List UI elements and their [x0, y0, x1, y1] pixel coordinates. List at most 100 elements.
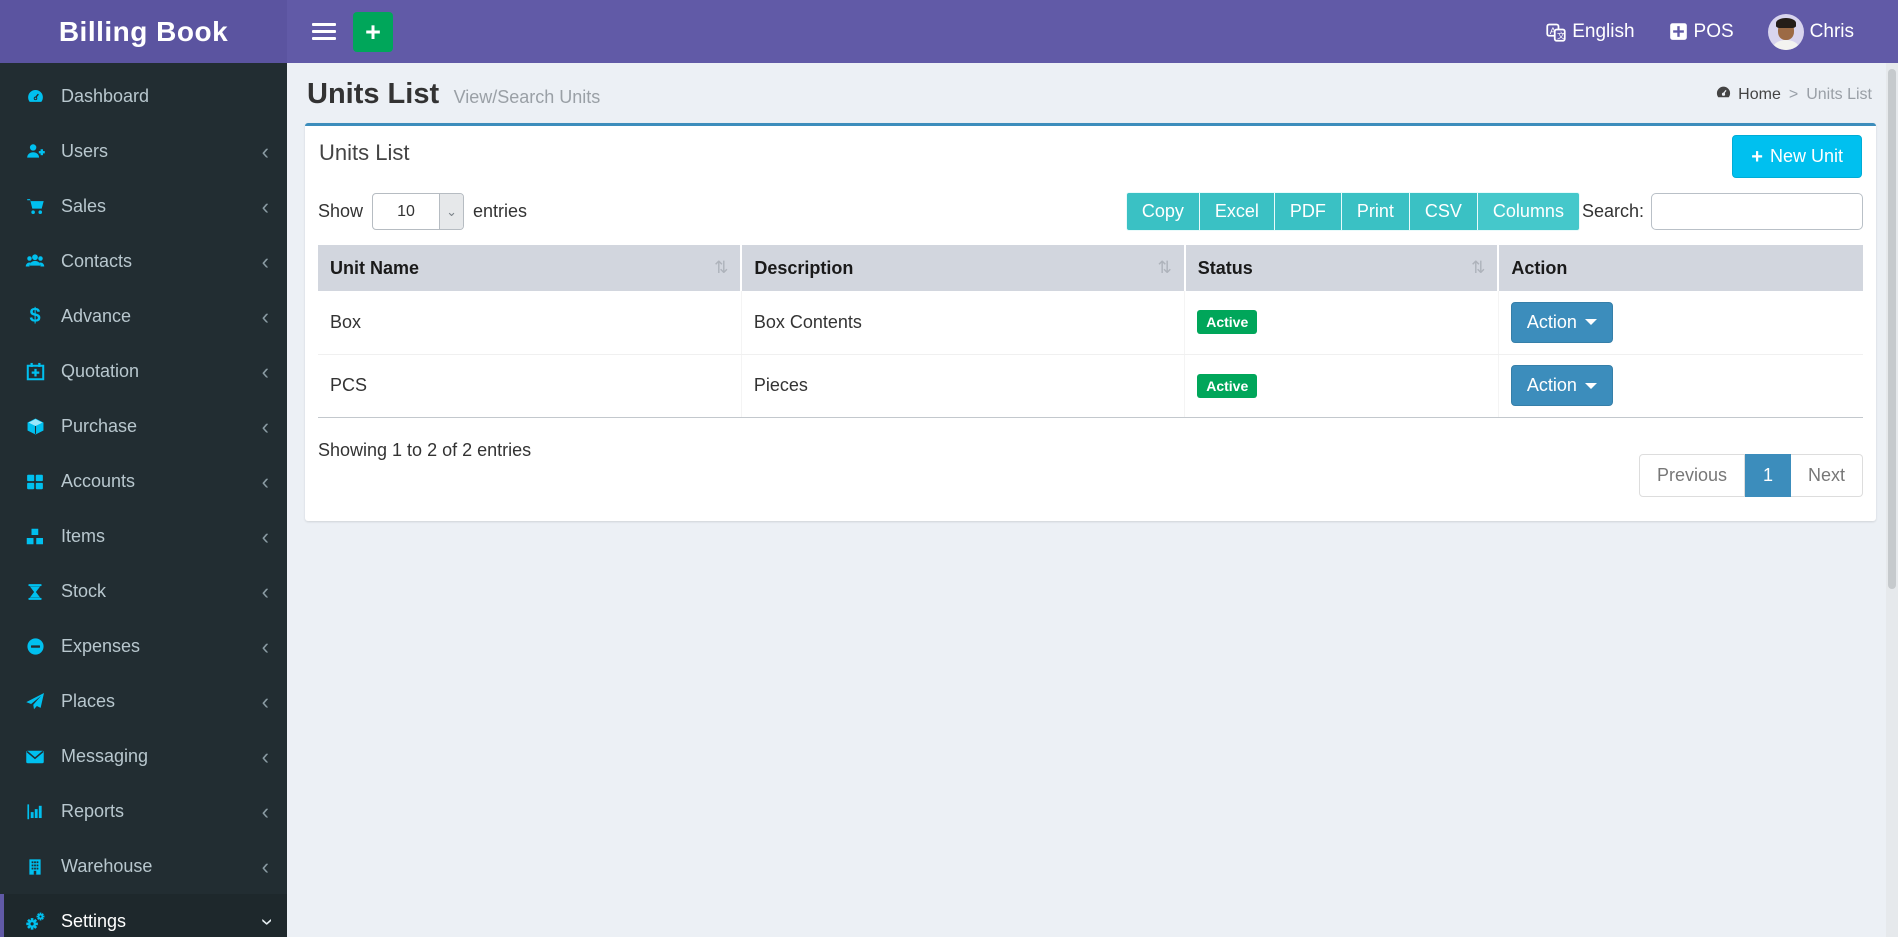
- breadcrumb-separator: >: [1788, 85, 1799, 103]
- pdf-button[interactable]: PDF: [1273, 192, 1341, 231]
- sidebar-item-quotation[interactable]: Quotation ‹: [0, 344, 287, 399]
- panel-title: Units List: [319, 140, 410, 165]
- gears-icon: [22, 911, 48, 932]
- plus-square-icon: [1669, 22, 1688, 41]
- chevron-left-icon: ‹: [261, 688, 269, 714]
- table-row: Box Box Contents Active Action: [318, 291, 1863, 355]
- caret-down-icon: [1584, 382, 1597, 389]
- status-badge: Active: [1197, 310, 1258, 335]
- description-cell: Pieces: [740, 354, 1185, 418]
- sidebar-item-places[interactable]: Places ‹: [0, 674, 287, 729]
- action-cell: Action: [1497, 291, 1863, 355]
- copy-button[interactable]: Copy: [1125, 192, 1199, 231]
- sort-icon[interactable]: ⇅: [1157, 258, 1171, 278]
- entries-label: entries: [473, 201, 528, 221]
- previous-page-button[interactable]: Previous: [1638, 453, 1745, 497]
- sidebar-item-advance[interactable]: $ Advance ‹: [0, 289, 287, 344]
- sidebar-item-accounts[interactable]: Accounts ‹: [0, 454, 287, 509]
- sidebar-item-dashboard[interactable]: Dashboard: [0, 69, 287, 124]
- chevron-left-icon: ‹: [261, 743, 269, 769]
- language-menu[interactable]: A文 English: [1546, 20, 1635, 43]
- action-dropdown-button[interactable]: Action: [1510, 365, 1613, 406]
- chevron-left-icon: ‹: [261, 358, 269, 384]
- table-info: Showing 1 to 2 of 2 entries: [318, 439, 532, 460]
- content-wrapper: Units List View/Search Units Home > Unit…: [287, 63, 1886, 937]
- scrollbar[interactable]: [1886, 63, 1898, 937]
- sidebar-item-label: Purchase: [61, 416, 138, 436]
- status-badge: Active: [1197, 373, 1258, 398]
- panel-body: Show 10 ⌄ entries Copy Excel PDF Print C…: [305, 192, 1876, 521]
- chevron-down-icon: ⌄: [439, 194, 464, 229]
- next-page-button[interactable]: Next: [1790, 453, 1863, 497]
- pos-label: POS: [1693, 20, 1734, 42]
- column-header-action: Action: [1497, 245, 1863, 291]
- sidebar-item-reports[interactable]: Reports ‹: [0, 784, 287, 839]
- users-icon: [22, 252, 48, 272]
- pagination: Previous 1 Next: [1638, 453, 1863, 497]
- panel-header: Units List + New Unit: [305, 126, 1876, 184]
- sidebar-item-sales[interactable]: Sales ‹: [0, 179, 287, 234]
- sidebar-item-users[interactable]: Users ‹: [0, 124, 287, 179]
- units-table: Unit Name ⇅ Description ⇅ Status ⇅ Actio…: [318, 245, 1863, 418]
- sidebar-item-label: Messaging: [61, 746, 149, 766]
- column-header-unit-name[interactable]: Unit Name ⇅: [318, 245, 742, 291]
- user-menu[interactable]: Chris: [1767, 13, 1854, 50]
- sort-icon[interactable]: ⇅: [714, 258, 728, 278]
- sidebar-item-expenses[interactable]: Expenses ‹: [0, 619, 287, 674]
- sort-icon[interactable]: ⇅: [1471, 258, 1485, 278]
- sidebar-menu: Dashboard Users ‹ Sales ‹ Contacts ‹ $ A…: [0, 63, 287, 937]
- quick-add-button[interactable]: +: [353, 11, 393, 52]
- user-plus-icon: [22, 142, 48, 161]
- sidebar: Dashboard Users ‹ Sales ‹ Contacts ‹ $ A…: [0, 63, 287, 937]
- sidebar-item-settings[interactable]: Settings ‹: [0, 894, 287, 937]
- print-button[interactable]: Print: [1340, 192, 1409, 231]
- csv-button[interactable]: CSV: [1408, 192, 1477, 231]
- caret-down-icon: [1584, 319, 1597, 326]
- column-header-status[interactable]: Status ⇅: [1183, 245, 1499, 291]
- avatar: [1767, 13, 1804, 50]
- page-length-select[interactable]: 10 ⌄: [372, 193, 465, 230]
- columns-button[interactable]: Columns: [1476, 192, 1580, 231]
- excel-button[interactable]: Excel: [1198, 192, 1274, 231]
- plus-icon: +: [1751, 145, 1763, 168]
- sidebar-item-label: Dashboard: [61, 86, 150, 106]
- sidebar-item-items[interactable]: Items ‹: [0, 509, 287, 564]
- action-dropdown-button[interactable]: Action: [1510, 301, 1613, 343]
- sidebar-item-purchase[interactable]: Purchase ‹: [0, 399, 287, 454]
- sidebar-item-label: Advance: [61, 306, 132, 326]
- page-title: Units List: [307, 78, 440, 110]
- sidebar-item-messaging[interactable]: Messaging ‹: [0, 729, 287, 784]
- datatable-toolbar: Show 10 ⌄ entries Copy Excel PDF Print C…: [318, 192, 1863, 231]
- breadcrumb-home-link[interactable]: Home: [1715, 84, 1781, 106]
- dashboard-icon: [22, 87, 48, 106]
- sidebar-item-label: Places: [61, 691, 116, 711]
- new-unit-label: New Unit: [1769, 146, 1843, 166]
- sidebar-item-stock[interactable]: Stock ‹: [0, 564, 287, 619]
- cart-icon: [22, 197, 48, 216]
- new-unit-button[interactable]: + New Unit: [1732, 135, 1862, 178]
- chevron-left-icon: ‹: [261, 578, 269, 604]
- page-number-button[interactable]: 1: [1744, 453, 1791, 497]
- sidebar-item-warehouse[interactable]: Warehouse ‹: [0, 839, 287, 894]
- sidebar-toggle-button[interactable]: [301, 0, 347, 63]
- billing-book-app: Billing Book + A文 English POS Chris Dash…: [0, 0, 1898, 937]
- scrollbar-thumb[interactable]: [1888, 69, 1896, 589]
- search-input[interactable]: [1651, 193, 1863, 230]
- dashboard-icon: [1715, 84, 1732, 106]
- column-header-description[interactable]: Description ⇅: [740, 245, 1185, 291]
- language-label: English: [1572, 20, 1635, 42]
- toolbar-right-cluster: Copy Excel PDF Print CSV Columns Search:: [1125, 192, 1863, 231]
- app-logo[interactable]: Billing Book: [0, 0, 287, 63]
- units-list-panel: Units List + New Unit Show 10 ⌄ entries: [305, 123, 1876, 521]
- cube-icon: [22, 417, 48, 436]
- description-cell: Box Contents: [740, 291, 1185, 355]
- chevron-left-icon: ‹: [261, 798, 269, 824]
- sidebar-item-contacts[interactable]: Contacts ‹: [0, 234, 287, 289]
- search-label: Search:: [1581, 201, 1644, 221]
- pos-menu[interactable]: POS: [1669, 21, 1734, 43]
- chevron-left-icon: ‹: [261, 853, 269, 879]
- page-length-control: Show 10 ⌄ entries: [318, 193, 527, 230]
- top-nav-right: A文 English POS Chris: [1546, 13, 1884, 50]
- svg-text:文: 文: [1557, 30, 1565, 40]
- breadcrumb: Home > Units List: [1715, 84, 1872, 106]
